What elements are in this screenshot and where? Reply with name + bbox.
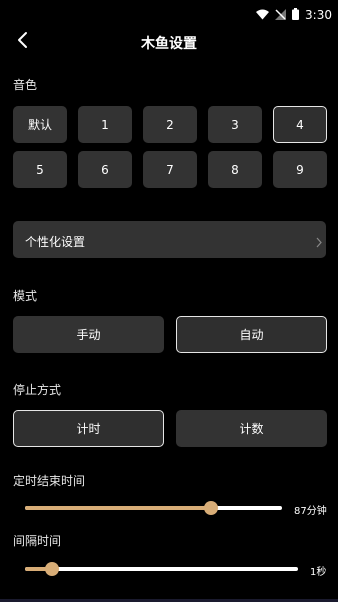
status-icons: 3:30 xyxy=(256,5,332,24)
sound-option-button[interactable]: 默认 xyxy=(13,106,67,143)
sound-option-button[interactable]: 4 xyxy=(273,106,327,143)
no-signal-icon xyxy=(275,5,287,24)
interval-slider[interactable] xyxy=(25,561,298,577)
sound-option-button[interactable]: 9 xyxy=(273,151,327,188)
interval-value: 1秒 xyxy=(310,567,327,578)
page-title: 木鱼设置 xyxy=(141,36,197,52)
sound-label: 音色 xyxy=(13,78,38,92)
sound-option-button[interactable]: 3 xyxy=(208,106,262,143)
status-time: 3:30 xyxy=(305,7,332,22)
mode-manual-button[interactable]: 手动 xyxy=(13,316,164,353)
sound-option-button[interactable]: 2 xyxy=(143,106,197,143)
sound-option-button[interactable]: 1 xyxy=(78,106,132,143)
mode-label: 模式 xyxy=(13,289,38,303)
timer-label: 定时结束时间 xyxy=(13,474,86,488)
battery-icon xyxy=(292,5,300,24)
stop-label: 停止方式 xyxy=(13,383,62,397)
stop-count-button[interactable]: 计数 xyxy=(176,410,327,447)
personalize-label: 个性化设置 xyxy=(25,235,86,249)
sound-option-button[interactable]: 6 xyxy=(78,151,132,188)
mode-auto-button[interactable]: 自动 xyxy=(176,316,327,353)
interval-slider-thumb[interactable] xyxy=(45,562,59,576)
personalize-row[interactable]: 个性化设置 xyxy=(13,221,326,258)
chevron-right-icon xyxy=(316,233,322,252)
sound-option-button[interactable]: 5 xyxy=(13,151,67,188)
interval-label: 间隔时间 xyxy=(13,534,62,548)
timer-slider[interactable] xyxy=(25,500,282,516)
sound-option-button[interactable]: 7 xyxy=(143,151,197,188)
timer-value: 87分钟 xyxy=(294,506,327,517)
header: 木鱼设置 xyxy=(0,26,338,58)
wifi-icon xyxy=(256,5,270,24)
status-bar: 3:30 xyxy=(0,0,338,26)
interval-slider-track xyxy=(25,567,298,571)
timer-slider-fill xyxy=(25,506,211,510)
stop-timer-button[interactable]: 计时 xyxy=(13,410,164,447)
sound-option-button[interactable]: 8 xyxy=(208,151,262,188)
timer-slider-thumb[interactable] xyxy=(204,501,218,515)
